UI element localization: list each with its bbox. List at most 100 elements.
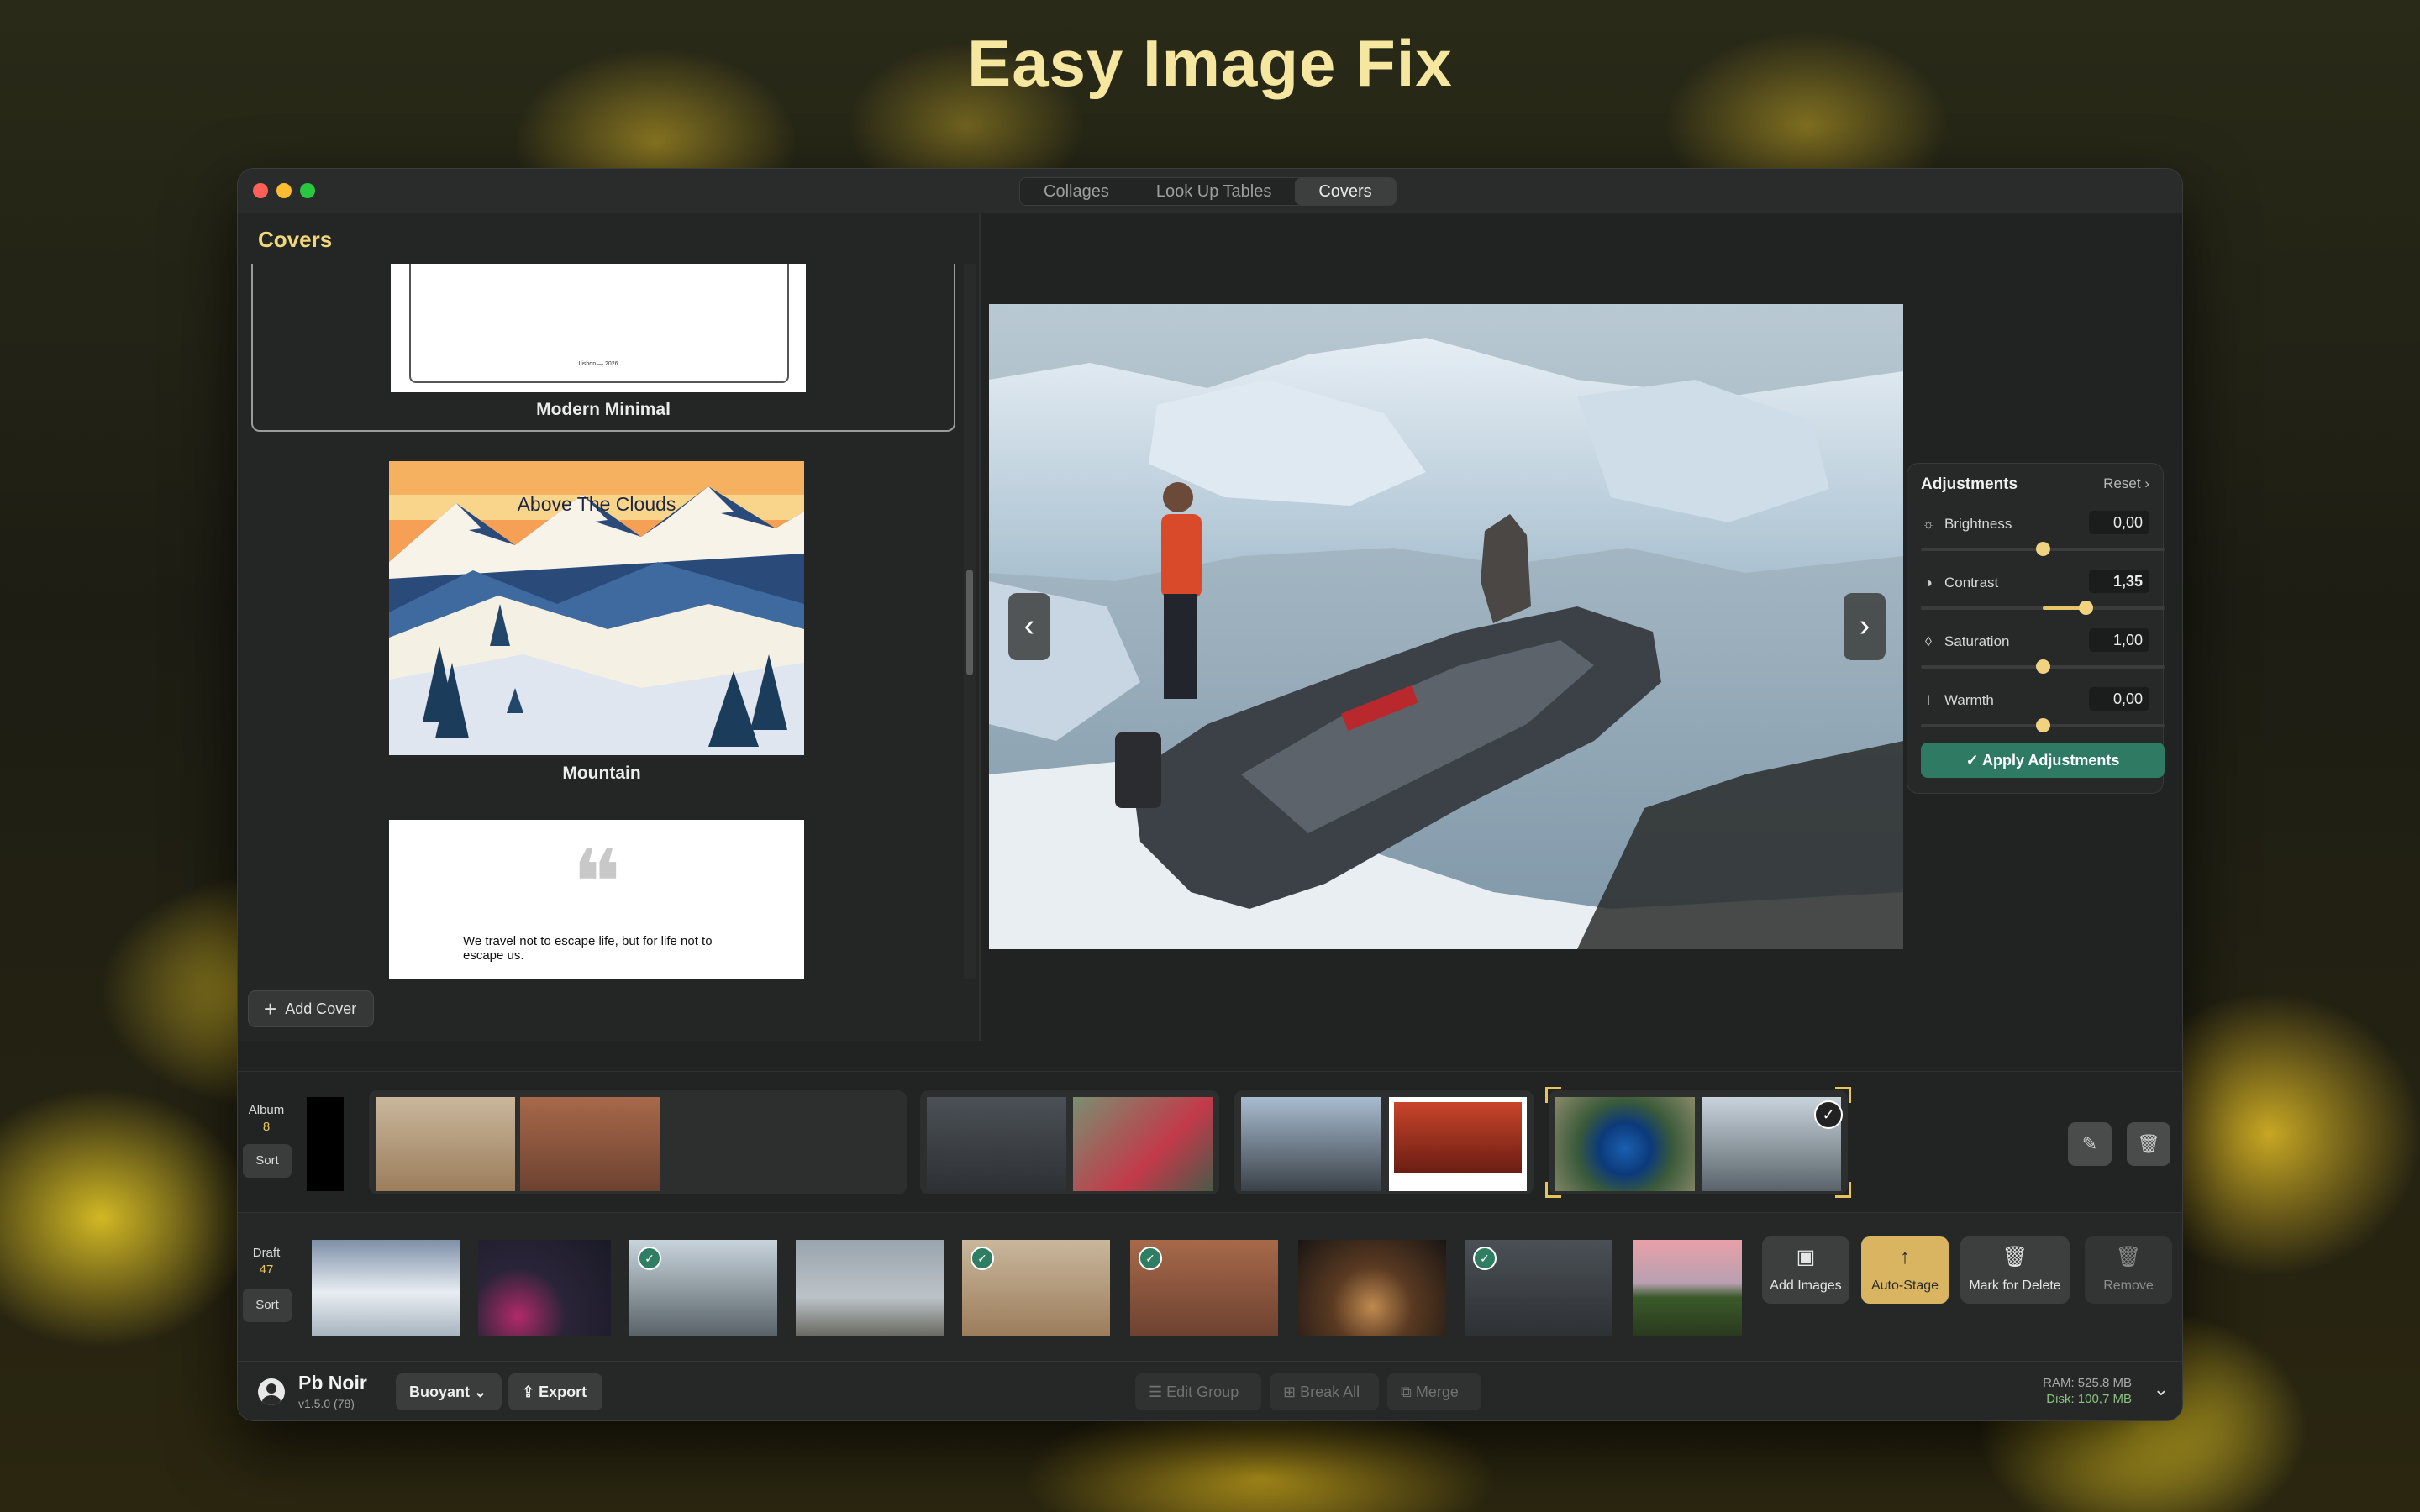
album-photo[interactable] [376,1097,515,1191]
draft-photo[interactable] [312,1240,460,1336]
warmth-value-field[interactable]: 0,00 [2089,687,2149,711]
draft-photo[interactable]: ✓ [1465,1240,1612,1336]
previous-image-button[interactable]: ‹ [1008,593,1050,660]
ram-usage: RAM: 525.8 MB [2043,1376,2132,1390]
zoom-window-button[interactable] [300,183,315,198]
close-window-button[interactable] [253,183,268,198]
draft-photo[interactable] [1298,1240,1446,1336]
avatar-body [262,1395,281,1405]
album-photo[interactable] [1241,1097,1381,1191]
album-photo[interactable] [1389,1097,1527,1191]
reset-button[interactable]: Reset › [2103,475,2149,492]
trash-icon: 🗑 [2002,1246,2028,1268]
draft-sort-button[interactable]: Sort [243,1289,292,1322]
sun-icon: ☼ [1922,517,1935,532]
pencil-icon: ✎ [2081,1133,2098,1154]
album-group[interactable] [920,1090,1219,1194]
draft-photo[interactable] [478,1240,611,1336]
adjust-label: Warmth [1944,692,1994,708]
photo-frame [1394,1102,1522,1173]
delete-album-button[interactable]: 🗑 [2127,1122,2170,1166]
checkmark-icon: ✓ [1139,1247,1162,1270]
tab-covers[interactable]: Covers [1295,178,1396,205]
album-photo[interactable] [1073,1097,1213,1191]
draft-photo[interactable]: ✓ [1130,1240,1278,1336]
album-photo[interactable] [520,1097,660,1191]
preview-image [989,304,1903,949]
adjust-row-brightness: ☼ Brightness 0,00 [1921,511,2165,575]
cover-name: Mountain [562,764,641,783]
album-photo[interactable] [307,1097,344,1191]
slider-thumb[interactable] [2036,542,2050,556]
cover-list-scrollbar[interactable] [964,264,976,979]
export-button[interactable]: ⇪ Export [508,1373,602,1410]
album-strip: Album 8 Sort ✓ ✎ 🗑 [238,1071,2182,1213]
album-photo[interactable] [1555,1097,1695,1191]
add-photo-icon: ▣ [1796,1246,1816,1268]
chevron-down-icon[interactable]: ⌄ [2154,1378,2169,1400]
auto-stage-button[interactable]: ↑ Auto-Stage [1861,1236,1949,1304]
slider-thumb[interactable] [2036,659,2050,674]
app-version: v1.5.0 (78) [298,1397,355,1410]
adjustments-title: Adjustments [1921,475,2018,493]
edit-album-button[interactable]: ✎ [2068,1122,2112,1166]
theme-dropdown[interactable]: Buoyant ⌄ [396,1373,502,1410]
plus-icon: + [264,996,277,1021]
export-label: Export [539,1383,587,1400]
cover-quote-text: We travel not to escape life, but for li… [463,934,713,963]
checkmark-icon: ✓ [971,1247,994,1270]
brightness-value-field[interactable]: 0,00 [2089,511,2149,534]
saturation-slider[interactable] [1921,659,2165,674]
list-icon: ☰ [1149,1383,1163,1400]
app-window: Collages Look Up Tables Covers Covers Li… [237,168,2183,1421]
titlebar: Collages Look Up Tables Covers [238,169,2182,213]
contrast-value-field[interactable]: 1,35 [2089,570,2149,593]
merge-button[interactable]: ⧉ Merge [1387,1373,1481,1410]
covers-panel-title: Covers [258,227,333,252]
mark-for-delete-button[interactable]: 🗑 Mark for Delete [1960,1236,2070,1304]
quote-mark-icon: ❝ [571,829,622,937]
cover-thumbnail: Lisbon — 2026 [391,264,806,392]
trash-icon: 🗑 [2115,1246,2142,1268]
drop-icon: ◊ [1925,635,1932,649]
album-group[interactable] [1234,1090,1534,1194]
chevron-down-icon: ⌄ [474,1383,487,1400]
saturation-value-field[interactable]: 1,00 [2089,628,2149,652]
edit-group-button[interactable]: ☰ Edit Group [1135,1373,1261,1410]
break-all-button[interactable]: ⊞ Break All [1270,1373,1379,1410]
draft-photo[interactable] [1633,1240,1742,1336]
next-image-button[interactable]: › [1844,593,1886,660]
merge-icon: ⧉ [1401,1383,1412,1400]
album-count: 8 [262,1120,271,1134]
warmth-slider[interactable] [1921,718,2165,732]
checkmark-icon: ✓ [1814,1100,1843,1129]
tab-look-up-tables[interactable]: Look Up Tables [1133,178,1296,205]
draft-photo[interactable]: ✓ [629,1240,777,1336]
album-sort-button[interactable]: Sort [243,1144,292,1178]
remove-label: Remove [2103,1278,2154,1293]
add-cover-button[interactable]: + Add Cover [248,990,375,1027]
album-group-selected[interactable]: ✓ [1545,1087,1851,1198]
draft-photo[interactable] [796,1240,944,1336]
scrollbar-knob[interactable] [966,570,973,675]
cover-card-modern-minimal[interactable]: Lisbon — 2026 Modern Minimal [251,264,955,432]
remove-button[interactable]: 🗑 Remove [2085,1236,2172,1304]
adjust-label: Saturation [1944,633,2010,649]
brightness-slider[interactable] [1921,542,2165,556]
adjust-label: Contrast [1944,575,1999,591]
contrast-slider[interactable] [1921,601,2165,615]
slider-thumb[interactable] [2078,601,2093,615]
selection-corner [1835,1182,1851,1198]
add-images-button[interactable]: ▣ Add Images [1762,1236,1849,1304]
album-photo[interactable] [927,1097,1066,1191]
minimize-window-button[interactable] [276,183,292,198]
apply-adjustments-button[interactable]: ✓ Apply Adjustments [1921,743,2165,778]
break-all-label: Break All [1300,1383,1360,1400]
cover-card-quote[interactable]: ❝ We travel not to escape life, but for … [251,820,952,979]
cover-card-mountain[interactable]: Above The Clouds Mountain [251,461,952,797]
slider-thumb[interactable] [2036,718,2050,732]
user-avatar-icon[interactable] [258,1378,285,1405]
draft-photo[interactable]: ✓ [962,1240,1110,1336]
tab-collages[interactable]: Collages [1020,178,1133,205]
boat-photo [989,304,1903,949]
